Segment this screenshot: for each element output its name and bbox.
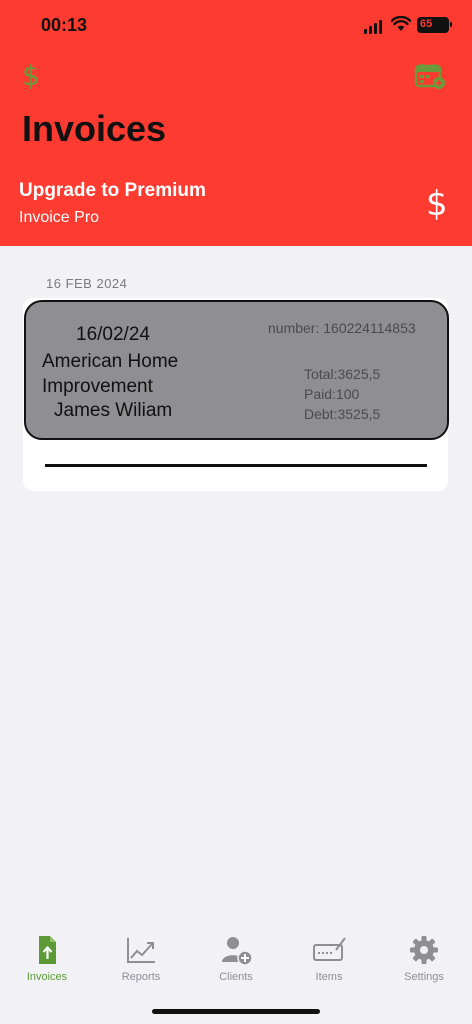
invoice-number: number: 160224114853 (268, 320, 416, 336)
tab-invoices-label: Invoices (26, 971, 68, 983)
status-bar: 00:13 65 (0, 0, 472, 54)
invoice-client-line1: American Home (42, 351, 179, 372)
chart-icon (127, 938, 155, 963)
calendar-add-icon[interactable] (414, 62, 446, 90)
tab-clients[interactable]: Clients (196, 933, 276, 983)
battery-level: 65 (420, 18, 433, 30)
battery-icon: 65 (417, 17, 452, 33)
tab-items-label: Items (315, 971, 343, 983)
tab-reports-label: Reports (121, 971, 161, 983)
divider (45, 464, 427, 467)
premium-title: Upgrade to Premium (19, 180, 206, 201)
gear-icon (410, 936, 438, 964)
home-indicator[interactable] (152, 1009, 320, 1014)
invoice-totals: Total:3625,5 Paid:100 Debt:3525,5 (304, 364, 380, 424)
invoice-date: 16/02/24 (76, 324, 150, 345)
premium-subtitle: Invoice Pro (19, 209, 100, 226)
tab-clients-label: Clients (219, 971, 253, 983)
invoice-card[interactable]: 16/02/24 American Home Improvement James… (24, 300, 449, 440)
page-title: Invoices (22, 108, 167, 149)
tab-reports[interactable]: Reports (101, 933, 181, 983)
add-person-icon (222, 937, 253, 966)
dollar-icon: $ (426, 184, 448, 224)
tab-invoices[interactable]: Invoices (7, 933, 87, 983)
upgrade-premium-banner[interactable]: Upgrade to Premium Invoice Pro $ (0, 170, 472, 246)
invoice-contact-person: James Wiliam (54, 400, 173, 421)
invoice-client-line2: Improvement (42, 376, 153, 397)
invoice-total: Total:3625,5 (304, 366, 381, 382)
tab-items[interactable]: Items (289, 933, 369, 983)
wifi-icon (391, 16, 411, 31)
items-icon (313, 937, 346, 961)
invoice-paid: Paid:100 (304, 386, 360, 402)
invoice-icon (39, 936, 56, 964)
section-date-header: 16 FEB 2024 (46, 276, 128, 291)
status-time: 00:13 (41, 15, 88, 35)
signal-icon (364, 20, 384, 34)
header: 00:13 65 $ Invoices Upgrade to Premium I… (0, 0, 472, 246)
invoice-debt: Debt:3525,5 (304, 406, 381, 422)
tab-settings[interactable]: Settings (384, 933, 464, 983)
dollar-icon[interactable]: $ (22, 60, 40, 92)
tab-settings-label: Settings (404, 971, 444, 983)
invoice-client: American Home Improvement (42, 349, 178, 399)
